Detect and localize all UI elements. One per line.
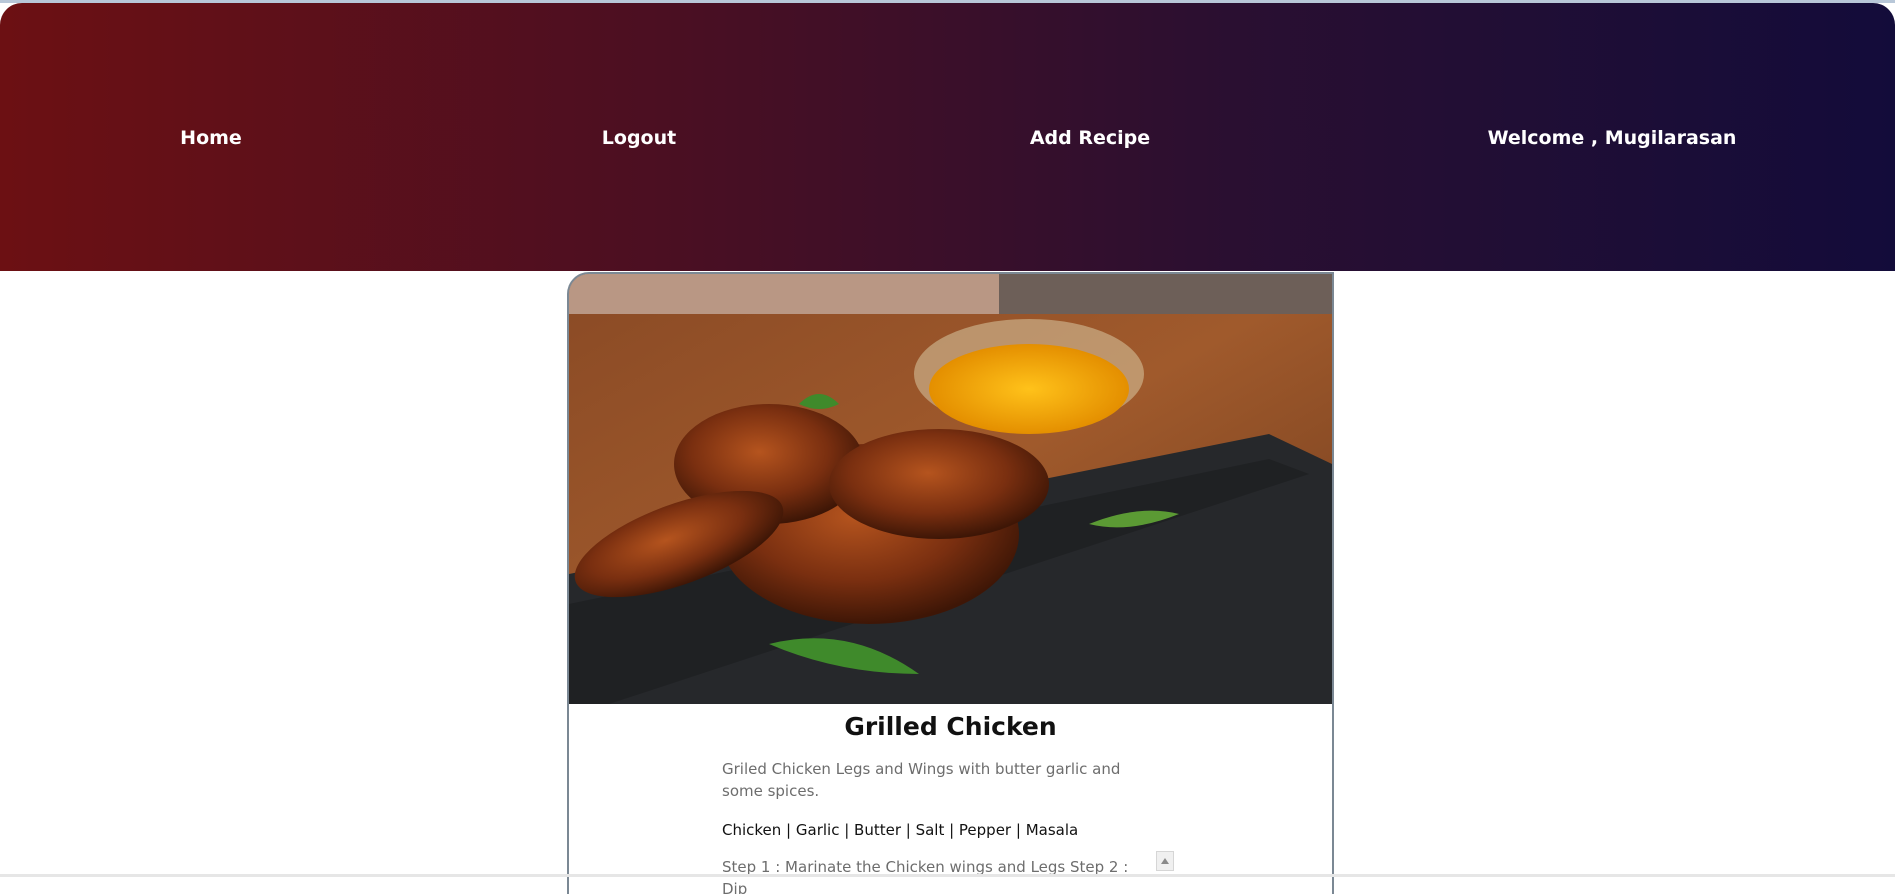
recipe-ingredients: Chicken | Garlic | Butter | Salt | Peppe… — [722, 821, 1079, 839]
recipe-card: Grilled Chicken Griled Chicken Legs and … — [567, 272, 1334, 894]
scroll-up-button[interactable] — [1156, 851, 1174, 871]
recipe-image — [569, 274, 1332, 704]
recipe-description: Griled Chicken Legs and Wings with butte… — [722, 760, 1121, 800]
nav-add-recipe-link[interactable]: Add Recipe — [1030, 126, 1150, 150]
welcome-user-text: Welcome , Mugilarasan — [1487, 127, 1737, 149]
navbar: Home Logout Add Recipe Welcome , Mugilar… — [0, 3, 1895, 271]
nav-logout-link[interactable]: Logout — [602, 126, 676, 150]
recipe-title: Grilled Chicken — [844, 712, 1057, 741]
nav-home-link[interactable]: Home — [180, 126, 242, 150]
scroll-up-arrow-icon — [1161, 858, 1169, 864]
